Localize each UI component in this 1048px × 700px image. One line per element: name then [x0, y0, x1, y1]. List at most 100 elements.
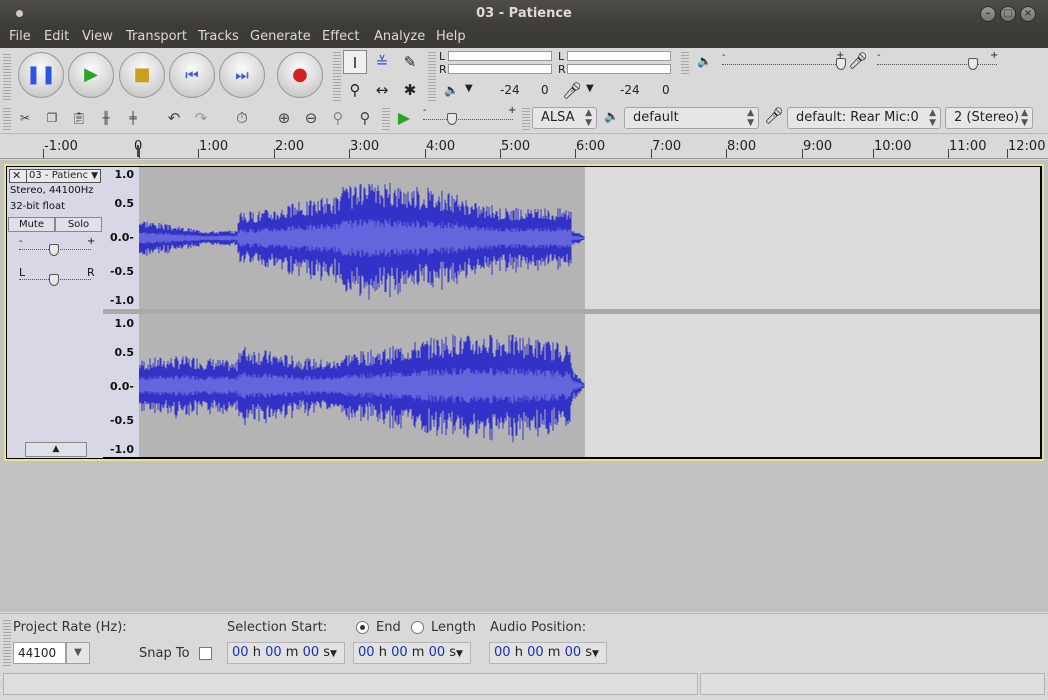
output-volume-thumb[interactable]	[836, 58, 846, 70]
project-rate-input[interactable]: 44100	[13, 642, 66, 664]
end-radio[interactable]	[356, 621, 369, 634]
time-format-dropdown-icon[interactable]: ▼	[592, 649, 599, 659]
silence-icon[interactable]: ╪	[122, 107, 144, 129]
pause-icon: ❚❚	[25, 64, 57, 85]
play-button[interactable]: ▶	[68, 52, 114, 98]
recording-device-select[interactable]: default: Rear Mic:0 ▲ ▼	[787, 107, 941, 129]
audio-host-select[interactable]: ALSA ▲ ▼	[532, 107, 597, 129]
length-radio[interactable]	[411, 621, 424, 634]
recording-device-microphone-icon: 🎤︎	[764, 106, 785, 125]
recording-meter-left[interactable]	[567, 51, 671, 61]
undo-icon[interactable]: ↶	[163, 107, 185, 129]
time-format-dropdown-icon[interactable]: ▼	[330, 649, 337, 659]
ruler-tick	[575, 149, 576, 158]
playback-device-select[interactable]: default ▲ ▼	[624, 107, 759, 129]
recording-meter-dropdown-icon[interactable]: ▼	[586, 83, 594, 94]
menu-analyze[interactable]: Analyze	[374, 29, 425, 44]
toolbar-grip[interactable]	[3, 618, 11, 668]
collapse-track-button[interactable]: ▲	[25, 442, 87, 457]
track-menu-dropdown-icon[interactable]: ▼	[91, 170, 98, 182]
timeshift-tool-icon[interactable]: ↔	[370, 78, 394, 102]
playhead-marker-icon[interactable]	[137, 145, 145, 157]
input-slider-plus: +	[990, 50, 999, 61]
toolbar-grip[interactable]	[681, 50, 689, 74]
trim-icon[interactable]: ╫	[95, 107, 117, 129]
copy-icon[interactable]: ❐	[41, 107, 63, 129]
menu-help[interactable]: Help	[436, 29, 466, 44]
skip-end-button[interactable]: ⏭	[219, 52, 265, 98]
play-at-speed-icon[interactable]: ▶	[393, 107, 415, 129]
fit-selection-icon[interactable]: ⚲	[327, 107, 349, 129]
selection-start-time[interactable]: 00 h 00 m 00 s▼	[227, 642, 345, 664]
time-seconds: 00	[428, 645, 446, 660]
redo-icon[interactable]: ↷	[190, 107, 212, 129]
input-volume-slider[interactable]	[877, 64, 997, 66]
skip-start-icon: ⏮	[185, 66, 199, 84]
menu-file[interactable]: File	[9, 29, 31, 44]
paste-icon[interactable]: 📋︎	[68, 107, 90, 129]
waveform-channel-right[interactable]	[139, 314, 1040, 457]
mute-button[interactable]: Mute	[8, 217, 55, 232]
play-icon: ▶	[84, 64, 98, 85]
track-close-icon[interactable]: ✕	[12, 170, 21, 182]
recording-channels-select[interactable]: 2 (Stereo) ▲ ▼	[945, 107, 1033, 129]
maximize-icon[interactable]: □	[1000, 6, 1016, 22]
menu-edit[interactable]: Edit	[44, 29, 69, 44]
play-speed-slider[interactable]	[423, 119, 513, 121]
audio-track[interactable]: ✕ 03 - Patienc ▼ Stereo, 44100Hz 32-bit …	[4, 164, 1044, 461]
output-volume-slider[interactable]	[722, 64, 842, 66]
selection-tool-icon[interactable]: I	[343, 50, 367, 74]
snap-to-label: Snap To	[139, 646, 190, 661]
minimize-icon[interactable]: –	[980, 6, 996, 22]
playback-meter-right[interactable]	[448, 64, 552, 74]
draw-tool-icon[interactable]: ✎	[398, 50, 422, 74]
audio-position-time[interactable]: 00 h 00 m 00 s▼	[489, 642, 607, 664]
snap-to-checkbox[interactable]	[199, 647, 212, 660]
play-speed-thumb[interactable]	[447, 113, 457, 125]
multi-tool-icon[interactable]: ✱	[398, 78, 422, 102]
selection-end-time[interactable]: 00 h 00 m 00 s▼	[353, 642, 471, 664]
time-format-dropdown-icon[interactable]: ▼	[456, 649, 463, 659]
menu-effect[interactable]: Effect	[322, 29, 359, 44]
record-icon: ●	[292, 64, 308, 85]
y-label: 0.0-	[109, 231, 134, 244]
close-icon[interactable]: ×	[1020, 6, 1036, 22]
zoom-out-icon[interactable]: ⊖	[300, 107, 322, 129]
recording-meter-right[interactable]	[567, 64, 671, 74]
timeline-ruler[interactable]: -1:00 0 1:00 2:00 3:00 4:00 5:00 6:00 7:…	[0, 135, 1048, 159]
project-rate-dropdown-icon[interactable]: ▼	[66, 642, 90, 664]
menu-tracks[interactable]: Tracks	[198, 29, 239, 44]
pause-button[interactable]: ❚❚	[18, 52, 64, 98]
track-name-menu[interactable]: ✕ 03 - Patienc ▼	[9, 169, 101, 183]
zoom-in-icon[interactable]: ⊕	[273, 107, 295, 129]
playback-meter-left[interactable]	[448, 51, 552, 61]
zoom-tool-icon[interactable]: ⚲	[343, 78, 367, 102]
waveform-channel-left[interactable]	[139, 167, 1040, 309]
solo-button[interactable]: Solo	[55, 217, 102, 232]
playback-meter-dropdown-icon[interactable]: ▼	[465, 83, 473, 94]
toolbar-grip[interactable]	[382, 106, 390, 130]
toolbar-grip[interactable]	[3, 52, 11, 102]
vertical-ruler-left[interactable]: 1.0 0.5 0.0- -0.5 -1.0	[103, 167, 139, 309]
menu-transport[interactable]: Transport	[126, 29, 187, 44]
menu-view[interactable]: View	[82, 29, 113, 44]
ruler-label: 2:00	[275, 139, 305, 154]
skip-start-button[interactable]: ⏮	[169, 52, 215, 98]
ruler-label: -1:00	[44, 139, 78, 154]
record-button[interactable]: ●	[277, 52, 323, 98]
sync-lock-icon[interactable]: ⏱	[231, 107, 253, 129]
pan-thumb[interactable]	[49, 274, 59, 286]
toolbar-grip[interactable]	[522, 106, 530, 130]
toolbar-grip[interactable]	[333, 50, 341, 102]
cut-icon[interactable]: ✂	[14, 107, 36, 129]
fit-project-icon[interactable]: ⚲	[354, 107, 376, 129]
vertical-ruler-right[interactable]: 1.0 0.5 0.0- -0.5 -1.0	[103, 314, 139, 457]
input-volume-thumb[interactable]	[968, 58, 978, 70]
toolbar-grip[interactable]	[3, 106, 11, 130]
menu-generate[interactable]: Generate	[250, 29, 311, 44]
toolbar-grip[interactable]	[428, 50, 436, 102]
gain-thumb[interactable]	[49, 244, 59, 256]
ruler-label: 5:00	[501, 139, 531, 154]
envelope-tool-icon[interactable]: ≚	[370, 50, 394, 74]
stop-button[interactable]: ■	[119, 52, 165, 98]
